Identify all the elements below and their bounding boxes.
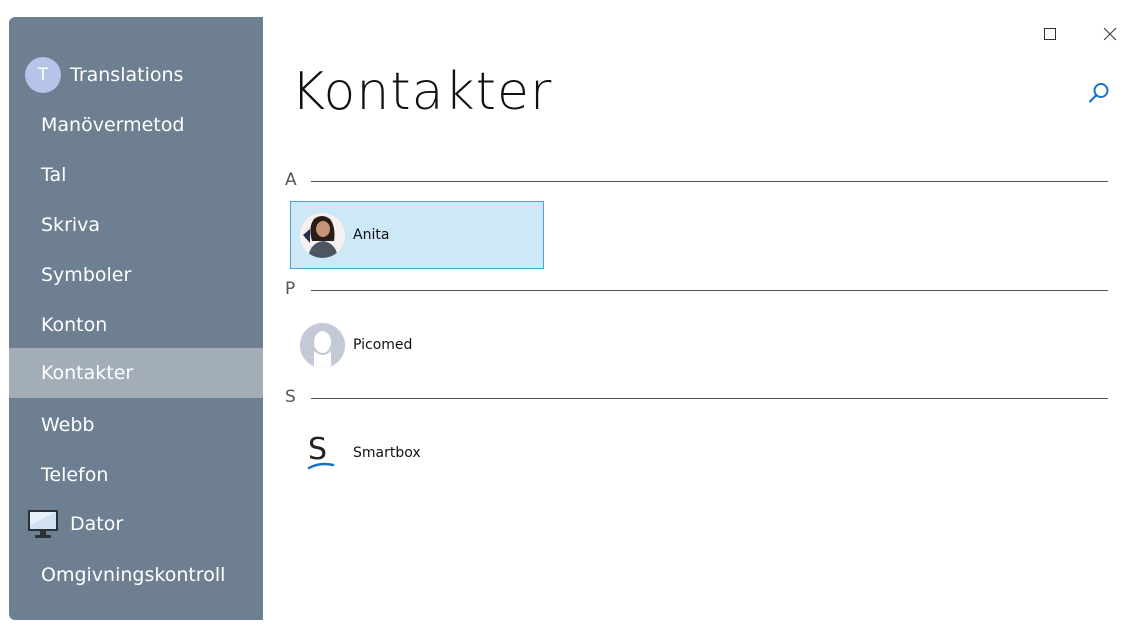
sidebar-item-symboler[interactable]: Symboler (9, 250, 263, 300)
sidebar-item-partial[interactable] (9, 600, 263, 620)
contact-item-picomed[interactable]: Picomed (290, 311, 544, 379)
app-window: T Translations Manövermetod Tal Skriva S… (0, 0, 1142, 628)
close-icon (1103, 27, 1117, 41)
sidebar-item-label: Tal (41, 164, 67, 186)
group-header-s: S (285, 387, 1108, 409)
search-icon (1088, 83, 1109, 103)
group-letter: A (285, 170, 297, 190)
sidebar-item-webb[interactable]: Webb (9, 400, 263, 450)
sidebar-item-label: Konton (41, 314, 108, 336)
placeholder-person-icon (300, 322, 345, 368)
sidebar-item-label: Kontakter (41, 362, 134, 384)
maximize-button[interactable] (1036, 20, 1064, 48)
search-button[interactable] (1085, 79, 1113, 107)
close-button[interactable] (1096, 20, 1124, 48)
sidebar-item-label: Dator (70, 513, 124, 535)
translations-avatar-icon: T (25, 57, 61, 93)
sidebar-item-translations[interactable]: T Translations (9, 50, 263, 100)
contact-item-smartbox[interactable]: S Smartbox (290, 419, 544, 487)
sidebar-item-kontakter[interactable]: Kontakter (9, 348, 263, 398)
sidebar-item-label: Translations (70, 64, 184, 86)
group-letter: P (285, 279, 296, 299)
sidebar-item-label: Telefon (41, 464, 109, 486)
contact-name: Smartbox (353, 445, 421, 461)
sidebar-item-label: Skriva (41, 214, 101, 236)
contact-name: Anita (353, 227, 390, 243)
group-divider (311, 290, 1108, 291)
sidebar-item-dator[interactable]: Dator (9, 499, 263, 549)
monitor-icon (25, 506, 61, 542)
sidebar-item-omgivningskontroll[interactable]: Omgivningskontroll (9, 550, 263, 600)
group-letter: S (285, 387, 296, 407)
group-divider (311, 181, 1108, 182)
sidebar-item-konton[interactable]: Konton (9, 300, 263, 350)
contact-photo-avatar (300, 212, 345, 258)
sidebar-item-label: Manövermetod (41, 114, 185, 136)
sidebar-item-telefon[interactable]: Telefon (9, 450, 263, 500)
contact-name: Picomed (353, 337, 413, 353)
smartbox-logo-icon: S (300, 431, 345, 476)
sidebar-item-skriva[interactable]: Skriva (9, 200, 263, 250)
sidebar-item-label: Omgivningskontroll (41, 564, 226, 586)
sidebar-item-label: Symboler (41, 264, 132, 286)
maximize-icon (1044, 28, 1056, 40)
sidebar-item-tal[interactable]: Tal (9, 150, 263, 200)
page-title: Kontakter (291, 62, 553, 122)
group-divider (311, 398, 1108, 399)
group-header-a: A (285, 170, 1108, 192)
sidebar: T Translations Manövermetod Tal Skriva S… (9, 17, 263, 620)
contact-item-anita[interactable]: Anita (290, 201, 544, 269)
sidebar-item-manovermetod[interactable]: Manövermetod (9, 100, 263, 150)
group-header-p: P (285, 279, 1108, 301)
sidebar-item-label: Webb (41, 414, 95, 436)
